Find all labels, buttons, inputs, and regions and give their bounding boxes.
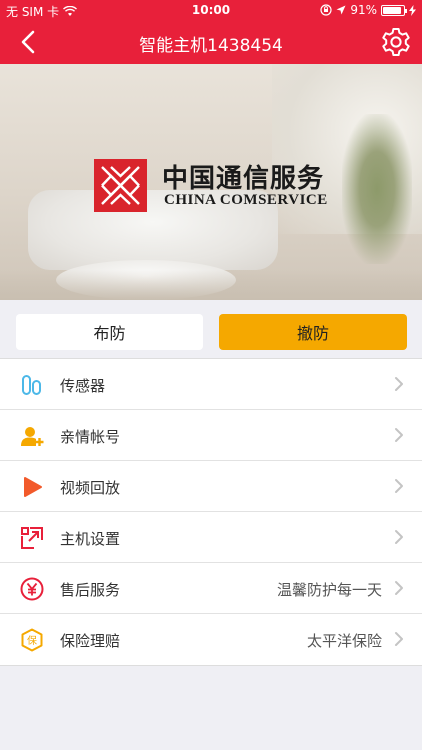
room-plant [342, 114, 412, 264]
nav-bar: 智能主机1438454 [0, 20, 422, 64]
menu-item-host-settings[interactable]: 主机设置 [0, 512, 422, 563]
hero-banner: 中国通信服务 CHINA COMSERVICE [0, 64, 422, 300]
status-bar: 无 SIM 卡 10:00 91% [0, 0, 422, 20]
family-account-icon [21, 427, 44, 446]
play-icon [24, 477, 42, 497]
menu-item-video-playback[interactable]: 视频回放 [0, 461, 422, 512]
menu-item-label: 视频回放 [60, 479, 121, 497]
logo-text-chinese: 中国通信服务 [162, 164, 325, 194]
insurance-icon: 保 [21, 628, 43, 652]
menu-item-after-sales[interactable]: 售后服务 温馨防护每一天 [0, 563, 422, 614]
menu-item-label: 主机设置 [60, 530, 121, 548]
menu-item-family-account[interactable]: 亲情帐号 [0, 410, 422, 461]
logo-text-english: CHINA COMSERVICE [164, 192, 328, 208]
chevron-right-icon [395, 530, 403, 544]
chevron-right-icon [395, 581, 403, 595]
menu-item-label: 传感器 [60, 377, 106, 395]
host-settings-icon [21, 527, 43, 549]
orientation-lock-icon [320, 4, 332, 16]
chevron-right-icon [395, 377, 403, 391]
arm-button[interactable]: 布防 [16, 314, 203, 350]
china-comservice-logo-icon [94, 159, 147, 212]
settings-gear-icon[interactable] [380, 26, 412, 58]
menu-list: 传感器 亲情帐号 视频回放 主机设置 售后服务 温馨防护每一天 保 保险理赔 太… [0, 358, 422, 666]
chevron-right-icon [395, 632, 403, 646]
yen-service-icon [20, 577, 44, 601]
svg-text:保: 保 [27, 634, 37, 647]
location-arrow-icon [336, 5, 346, 15]
menu-item-insurance-claims[interactable]: 保 保险理赔 太平洋保险 [0, 614, 422, 665]
disarm-button[interactable]: 撤防 [219, 314, 407, 350]
menu-item-label: 保险理赔 [60, 632, 121, 650]
room-floor [0, 270, 422, 300]
status-right: 91% [320, 3, 416, 17]
menu-item-label: 售后服务 [60, 581, 121, 599]
battery-percent: 91% [350, 3, 377, 17]
battery-icon [381, 4, 407, 16]
menu-item-value: 太平洋保险 [306, 632, 382, 650]
charging-bolt-icon [409, 4, 416, 16]
sensor-icon [22, 375, 41, 395]
chevron-right-icon [395, 479, 403, 493]
menu-item-sensors[interactable]: 传感器 [0, 359, 422, 410]
chevron-right-icon [395, 428, 403, 442]
menu-item-value: 温馨防护每一天 [276, 581, 382, 599]
page-title: 智能主机1438454 [139, 36, 283, 56]
menu-item-label: 亲情帐号 [60, 428, 121, 446]
